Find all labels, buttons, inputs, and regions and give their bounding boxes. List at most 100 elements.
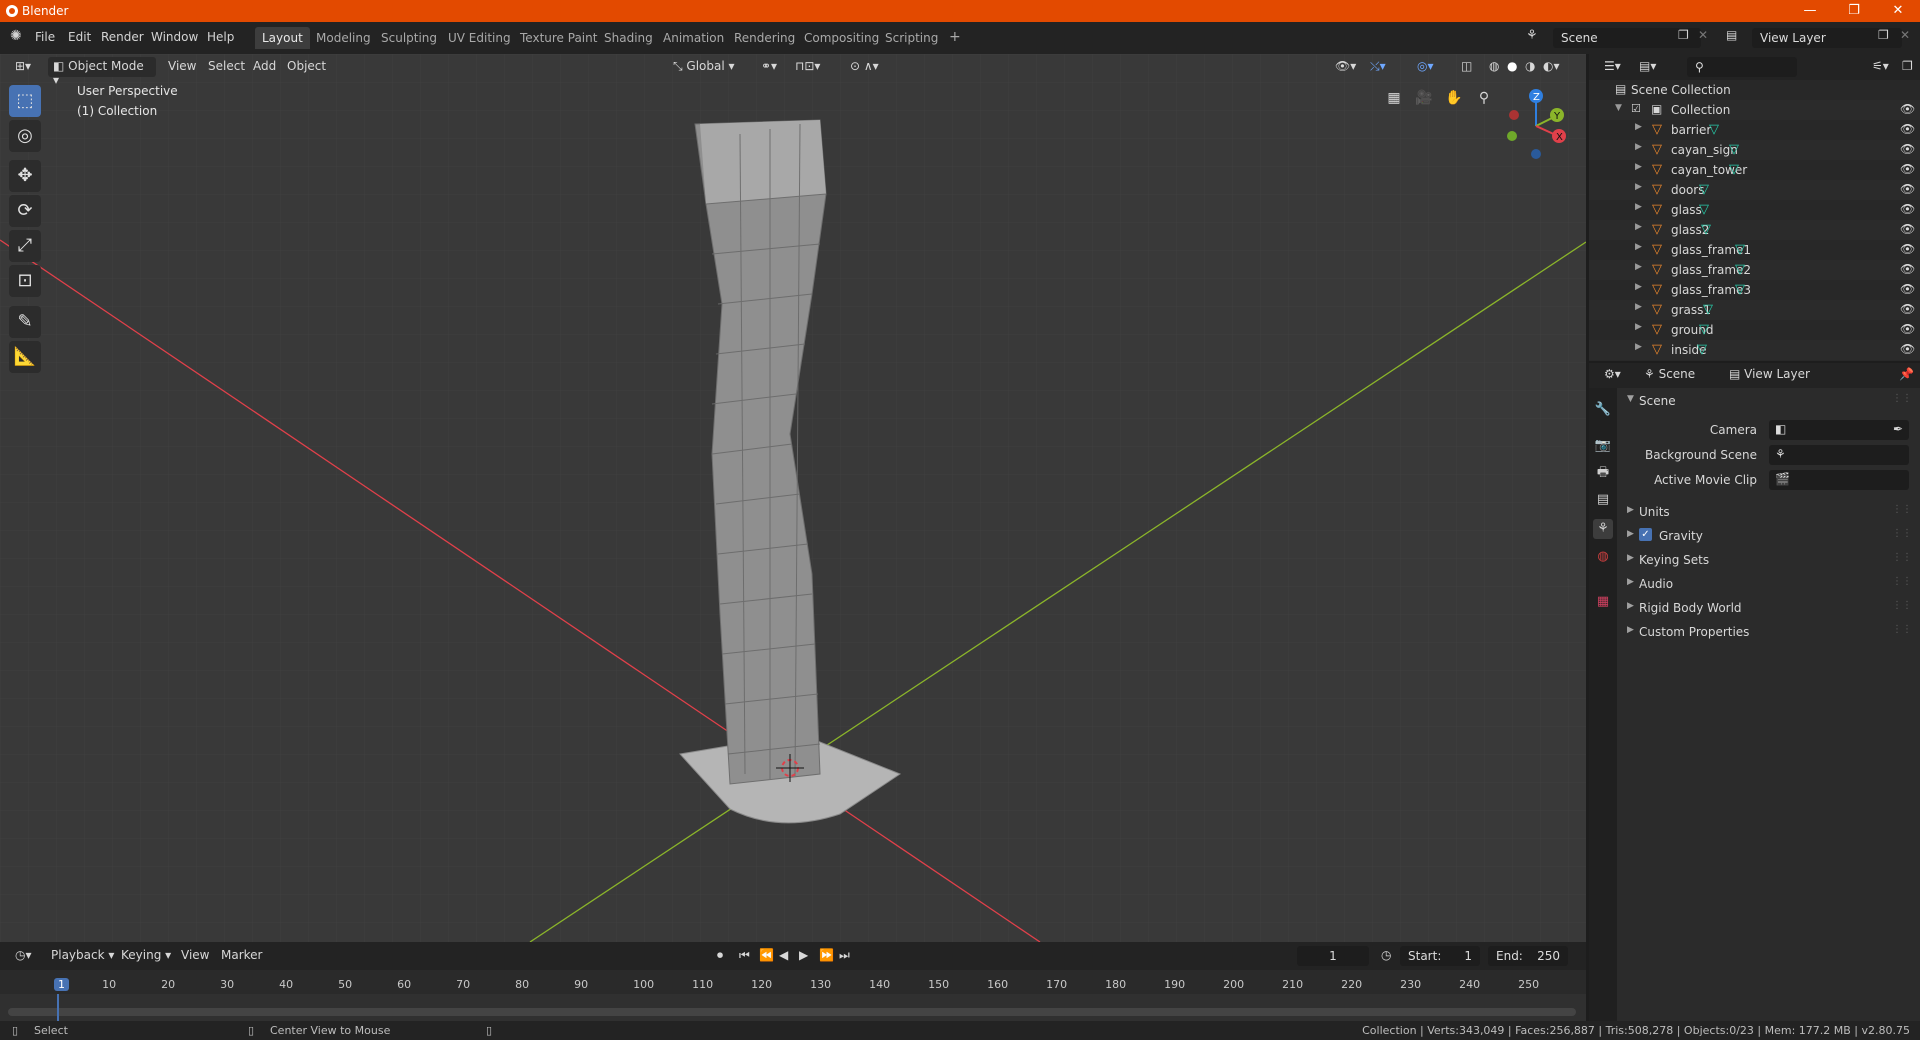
timeline-view-menu[interactable]: View: [176, 946, 214, 966]
eye-icon[interactable]: 👁: [1900, 342, 1915, 356]
eye-icon[interactable]: 👁: [1900, 322, 1915, 336]
panel-header-keying-sets[interactable]: ▶ Keying Sets ⋮⋮: [1617, 549, 1920, 571]
outliner-object-row[interactable]: ▶ ▽ doors ▽ 👁: [1589, 180, 1920, 200]
scene-panel-header[interactable]: ▼ Scene ⋮⋮: [1617, 390, 1920, 412]
navigation-gizmo[interactable]: Z Y X: [1500, 88, 1575, 163]
tab-scripting[interactable]: Scripting: [878, 27, 945, 49]
expand-right-icon[interactable]: ▶: [1635, 142, 1642, 152]
eye-icon[interactable]: 👁: [1900, 282, 1915, 296]
cursor-tool[interactable]: ◎: [9, 120, 41, 152]
delete-scene-icon[interactable]: ✕: [1698, 28, 1708, 42]
visibility-icon[interactable]: 👁▾: [1330, 57, 1361, 77]
expand-right-icon[interactable]: ▶: [1635, 302, 1642, 312]
eye-icon[interactable]: 👁: [1900, 242, 1915, 256]
start-frame-field[interactable]: Start: 1: [1400, 946, 1480, 966]
filter-icon[interactable]: ⚟▾: [1867, 57, 1894, 77]
scene-collection-row[interactable]: ▤ Scene Collection: [1589, 80, 1920, 100]
tab-uv-editing[interactable]: UV Editing: [441, 27, 518, 49]
outliner-object-row[interactable]: ▶ ▽ grass1 ▽ 👁: [1589, 300, 1920, 320]
close-button[interactable]: ✕: [1876, 0, 1920, 22]
expand-right-icon[interactable]: ▶: [1635, 262, 1642, 272]
current-frame-field[interactable]: 1: [1297, 946, 1369, 966]
menu-edit[interactable]: Edit: [68, 30, 91, 44]
drag-handle-icon[interactable]: ⋮⋮: [1892, 393, 1912, 404]
expand-right-icon[interactable]: ▶: [1635, 242, 1642, 252]
rendered-shading-icon[interactable]: ◐▾: [1538, 57, 1565, 77]
background-scene-field[interactable]: ⚘: [1769, 445, 1909, 465]
play-icon[interactable]: ▶: [794, 946, 813, 966]
scene-tab-icon[interactable]: ⚘: [1593, 519, 1613, 539]
tab-sculpting[interactable]: Sculpting: [374, 27, 444, 49]
breadcrumb-scene[interactable]: ⚘ Scene: [1639, 365, 1700, 385]
timeline-scrollbar[interactable]: [8, 1008, 1576, 1016]
add-menu[interactable]: Add: [248, 57, 281, 77]
scene-browse-icon[interactable]: ⚘: [1526, 28, 1538, 43]
tab-shading[interactable]: Shading: [597, 27, 660, 49]
tab-rendering[interactable]: Rendering: [727, 27, 802, 49]
display-mode-icon[interactable]: ▤▾: [1634, 57, 1661, 77]
breadcrumb-view-layer[interactable]: ▤ View Layer: [1724, 365, 1815, 385]
view-menu[interactable]: View: [163, 57, 201, 77]
end-frame-field[interactable]: End: 250: [1488, 946, 1568, 966]
mode-dropdown[interactable]: ◧ Object Mode ▾: [48, 57, 156, 87]
eye-icon[interactable]: 👁: [1900, 302, 1915, 316]
panel-header-audio[interactable]: ▶ Audio ⋮⋮: [1617, 573, 1920, 595]
drag-handle-icon[interactable]: ⋮⋮: [1892, 552, 1912, 563]
tab-animation[interactable]: Animation: [656, 27, 731, 49]
camera-field[interactable]: ◧ ✒: [1769, 420, 1909, 440]
outliner-object-row[interactable]: ▶ ▽ cayan_sign ▽ 👁: [1589, 140, 1920, 160]
outliner-object-row[interactable]: ▶ ▽ glass_frame3 ▽ 👁: [1589, 280, 1920, 300]
tab-modeling[interactable]: Modeling: [309, 27, 378, 49]
mesh-data-icon[interactable]: ▽: [1703, 302, 1713, 317]
camera-view-icon[interactable]: 🎥: [1412, 86, 1436, 110]
transform-tool[interactable]: ⊡: [9, 265, 41, 297]
tab-texture-paint[interactable]: Texture Paint: [513, 27, 604, 49]
outliner-object-row[interactable]: ▶ ▽ glass_frame2 ▽ 👁: [1589, 260, 1920, 280]
gizmo-neg-y-icon[interactable]: [1507, 131, 1517, 141]
new-scene-icon[interactable]: ❐: [1678, 28, 1689, 42]
editor-type-icon[interactable]: ⊞▾: [10, 57, 36, 77]
mesh-data-icon[interactable]: ▽: [1735, 282, 1745, 297]
eyedropper-icon[interactable]: ✒: [1893, 422, 1903, 436]
new-view-layer-icon[interactable]: ❐: [1878, 28, 1889, 42]
transform-orientation-dropdown[interactable]: ⤡ Global ▾: [668, 57, 740, 77]
mesh-data-icon[interactable]: ▽: [1735, 242, 1745, 257]
outliner-search-input[interactable]: ⚲: [1687, 57, 1797, 77]
eye-icon[interactable]: 👁: [1900, 102, 1915, 116]
drag-handle-icon[interactable]: ⋮⋮: [1892, 504, 1912, 515]
mesh-data-icon[interactable]: ▽: [1699, 322, 1709, 337]
texture-tab-icon[interactable]: ▦: [1593, 592, 1613, 612]
mesh-data-icon[interactable]: ▽: [1701, 222, 1711, 237]
measure-tool[interactable]: 📐: [9, 341, 41, 373]
outliner-object-row[interactable]: ▶ ▽ cayan_tower ▽ 👁: [1589, 160, 1920, 180]
blender-menu-icon[interactable]: ✺: [10, 28, 22, 44]
gravity-checkbox[interactable]: ✓: [1639, 528, 1652, 541]
tab-layout[interactable]: Layout: [255, 27, 310, 49]
annotate-tool[interactable]: ✎: [9, 306, 41, 338]
playhead[interactable]: [57, 994, 59, 1021]
expand-right-icon[interactable]: ▶: [1635, 182, 1642, 192]
drag-handle-icon[interactable]: ⋮⋮: [1892, 624, 1912, 635]
keying-menu[interactable]: Keying ▾: [116, 946, 176, 966]
menu-window[interactable]: Window: [151, 30, 198, 44]
ortho-toggle-icon[interactable]: ▦: [1382, 86, 1406, 110]
collection-row[interactable]: ▼ ☑ ▣ Collection 👁: [1589, 100, 1920, 120]
minimize-button[interactable]: —: [1788, 0, 1832, 22]
expand-right-icon[interactable]: ▶: [1635, 122, 1642, 132]
outliner-object-row[interactable]: ▶ ▽ glass ▽ 👁: [1589, 200, 1920, 220]
move-tool[interactable]: ✥: [9, 160, 41, 192]
marker-menu[interactable]: Marker: [216, 946, 267, 966]
new-collection-icon[interactable]: ❐: [1897, 57, 1918, 77]
expand-right-icon[interactable]: ▶: [1635, 342, 1642, 352]
properties-editor-type-icon[interactable]: ⚙▾: [1599, 365, 1626, 385]
maximize-button[interactable]: ❐: [1832, 0, 1876, 22]
outliner-object-row[interactable]: ▶ ▽ glass_frame1 ▽ 👁: [1589, 240, 1920, 260]
pan-icon[interactable]: ✋: [1442, 86, 1466, 110]
add-workspace-button[interactable]: +: [942, 27, 968, 49]
playback-menu[interactable]: Playback ▾: [46, 946, 119, 966]
outliner-object-row[interactable]: ▶ ▽ inside ▽ 👁: [1589, 340, 1920, 360]
mesh-data-icon[interactable]: ▽: [1699, 182, 1709, 197]
play-reverse-icon[interactable]: ◀: [774, 946, 793, 966]
pin-icon[interactable]: 📌: [1894, 365, 1919, 385]
rotate-tool[interactable]: ⟳: [9, 195, 41, 227]
